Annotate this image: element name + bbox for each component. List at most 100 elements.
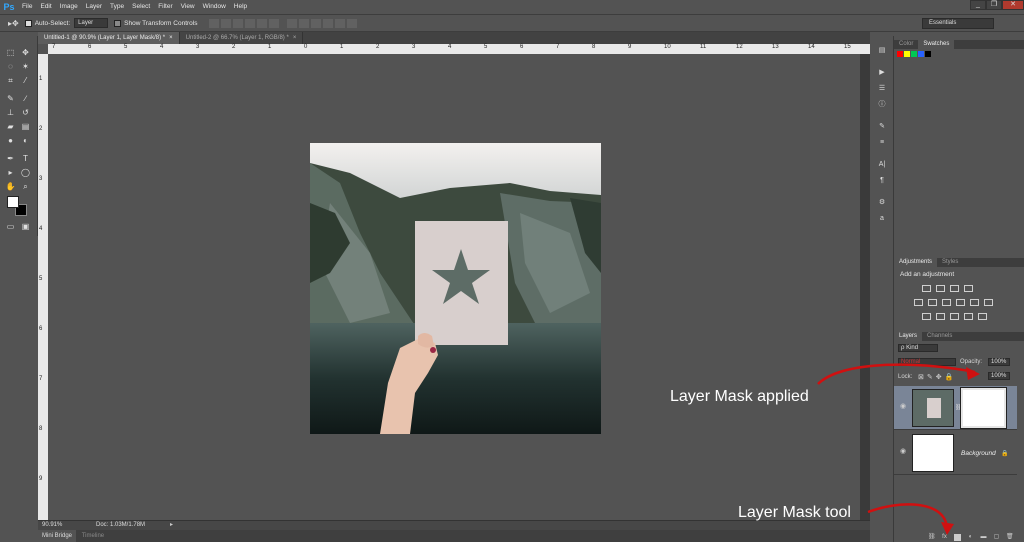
swatch-yellow[interactable] (904, 51, 910, 57)
menu-layer[interactable]: Layer (82, 0, 106, 14)
healing-brush-icon[interactable]: ✎ (5, 94, 16, 104)
swatch-blue[interactable] (918, 51, 924, 57)
type-tool-icon[interactable]: T (20, 154, 31, 164)
curves-icon[interactable] (950, 285, 959, 292)
gradient-map-icon[interactable] (964, 313, 973, 320)
tab-timeline[interactable]: Timeline (78, 530, 108, 542)
tab-untitled-1[interactable]: Untitled-1 @ 90.9% (Layer 1, Layer Mask/… (38, 32, 180, 44)
distribute-top-icon[interactable] (287, 18, 298, 28)
menu-help[interactable]: Help (230, 0, 251, 14)
blur-tool-icon[interactable]: ● (5, 136, 16, 146)
show-transform-checkbox[interactable] (114, 19, 122, 27)
crop-tool-icon[interactable]: ⌗ (5, 76, 16, 86)
gradient-tool-icon[interactable]: ▤ (20, 122, 31, 132)
layer-mask-thumbnail[interactable] (960, 387, 1007, 429)
distribute-vcenter-icon[interactable] (299, 18, 310, 28)
layer-kind-filter[interactable]: ρ Kind (898, 344, 938, 352)
close-button[interactable]: ✕ (1002, 0, 1024, 10)
eye-icon[interactable]: ◉ (900, 403, 908, 410)
invert-icon[interactable] (922, 313, 931, 320)
marquee-tool-icon[interactable]: ⬚ (5, 48, 16, 58)
delete-layer-icon[interactable]: 🗑 (1006, 534, 1014, 541)
character-panel-icon[interactable]: A| (877, 160, 887, 170)
info-panel-icon[interactable]: ⓘ (877, 100, 887, 110)
clone-stamp-icon[interactable]: ⊥ (5, 108, 16, 118)
brush-panel-icon[interactable]: ✎ (877, 122, 887, 132)
blend-mode-dropdown[interactable]: Normal (898, 358, 956, 366)
menu-select[interactable]: Select (128, 0, 154, 14)
align-bottom-icon[interactable] (233, 18, 244, 28)
pen-tool-icon[interactable]: ✒ (5, 154, 16, 164)
menu-file[interactable]: File (18, 0, 36, 14)
black-white-icon[interactable] (956, 299, 965, 306)
distribute-hcenter-icon[interactable] (335, 18, 346, 28)
tab-adjustments[interactable]: Adjustments (894, 258, 938, 267)
eye-icon[interactable]: ◉ (900, 448, 908, 455)
align-hcenter-icon[interactable] (257, 18, 268, 28)
properties-panel-icon[interactable]: ☰ (877, 84, 887, 94)
align-right-icon[interactable] (269, 18, 280, 28)
channel-mixer-icon[interactable] (984, 299, 993, 306)
adjustment-layer-icon[interactable]: ◐ (967, 534, 974, 541)
move-tool-icon[interactable]: ✥ (20, 48, 31, 58)
minimize-button[interactable]: _ (970, 0, 986, 10)
lock-options-icon[interactable]: ⊠✎✥🔒 (918, 373, 956, 381)
zoom-tool-icon[interactable]: ⌕ (20, 182, 31, 192)
restore-button[interactable]: ❐ (986, 0, 1002, 10)
swatch-green[interactable] (911, 51, 917, 57)
layer-style-icon[interactable]: fx (941, 534, 948, 541)
dodge-tool-icon[interactable]: ◐ (20, 136, 31, 146)
auto-select-checkbox[interactable] (24, 19, 32, 27)
move-tool-icon[interactable]: ▸✥ (8, 19, 19, 28)
vibrance-icon[interactable] (914, 299, 923, 306)
tab-untitled-2[interactable]: Untitled-2 @ 66.7% (Layer 1, RGB/8) * × (179, 32, 304, 44)
auto-select-dropdown[interactable]: Layer (74, 18, 109, 28)
magic-wand-icon[interactable]: ✶ (20, 62, 31, 72)
actions-panel-icon[interactable]: ▶ (877, 68, 887, 78)
threshold-icon[interactable] (950, 313, 959, 320)
tab-close-icon[interactable]: × (169, 35, 173, 41)
ellipse-tool-icon[interactable]: ◯ (20, 168, 31, 178)
hue-saturation-icon[interactable] (928, 299, 937, 306)
zoom-level[interactable]: 90.91% (42, 521, 62, 530)
add-layer-mask-icon[interactable] (954, 533, 961, 541)
menu-edit[interactable]: Edit (36, 0, 55, 14)
align-left-icon[interactable] (245, 18, 256, 28)
lasso-tool-icon[interactable]: ◌ (5, 62, 16, 72)
brush-tool-icon[interactable]: ∕ (20, 94, 31, 104)
paragraph-panel-icon[interactable]: ¶ (877, 176, 887, 186)
eyedropper-icon[interactable]: ⁄ (20, 76, 31, 86)
distribute-right-icon[interactable] (347, 18, 358, 28)
exposure-icon[interactable] (964, 285, 973, 292)
tab-channels[interactable]: Channels (922, 332, 957, 341)
tab-styles[interactable]: Styles (937, 258, 963, 267)
link-layers-icon[interactable]: ⛓ (928, 534, 936, 541)
brightness-contrast-icon[interactable] (922, 285, 931, 292)
tab-layers[interactable]: Layers (894, 332, 923, 341)
distribute-bottom-icon[interactable] (311, 18, 322, 28)
status-menu-arrow-icon[interactable]: ▸ (170, 521, 173, 530)
menu-type[interactable]: Type (106, 0, 128, 14)
levels-icon[interactable] (936, 285, 945, 292)
foreground-color-swatch[interactable] (7, 196, 19, 208)
eraser-icon[interactable]: ▰ (5, 122, 16, 132)
tab-swatches[interactable]: Swatches (918, 40, 955, 49)
menu-window[interactable]: Window (199, 0, 230, 14)
tab-color[interactable]: Color (894, 40, 918, 49)
menu-image[interactable]: Image (56, 0, 82, 14)
glyphs-panel-icon[interactable]: a (877, 214, 887, 224)
swatch-black[interactable] (925, 51, 931, 57)
layer-row-layer-1[interactable]: ◉ ⛓ (894, 386, 1017, 430)
align-vcenter-icon[interactable] (221, 18, 232, 28)
vertical-scrollbar[interactable] (860, 54, 870, 520)
hand-tool-icon[interactable]: ✋ (5, 182, 16, 192)
menu-filter[interactable]: Filter (154, 0, 176, 14)
new-group-icon[interactable]: ▬ (980, 534, 987, 541)
quick-mask-icon[interactable]: ▭ (5, 222, 16, 232)
screen-mode-icon[interactable]: ▣ (20, 222, 31, 232)
history-brush-icon[interactable]: ↺ (20, 108, 31, 118)
tool-presets-icon[interactable]: ⚙ (877, 198, 887, 208)
new-layer-icon[interactable]: ▢ (993, 534, 1000, 541)
color-balance-icon[interactable] (942, 299, 951, 306)
menu-view[interactable]: View (177, 0, 199, 14)
